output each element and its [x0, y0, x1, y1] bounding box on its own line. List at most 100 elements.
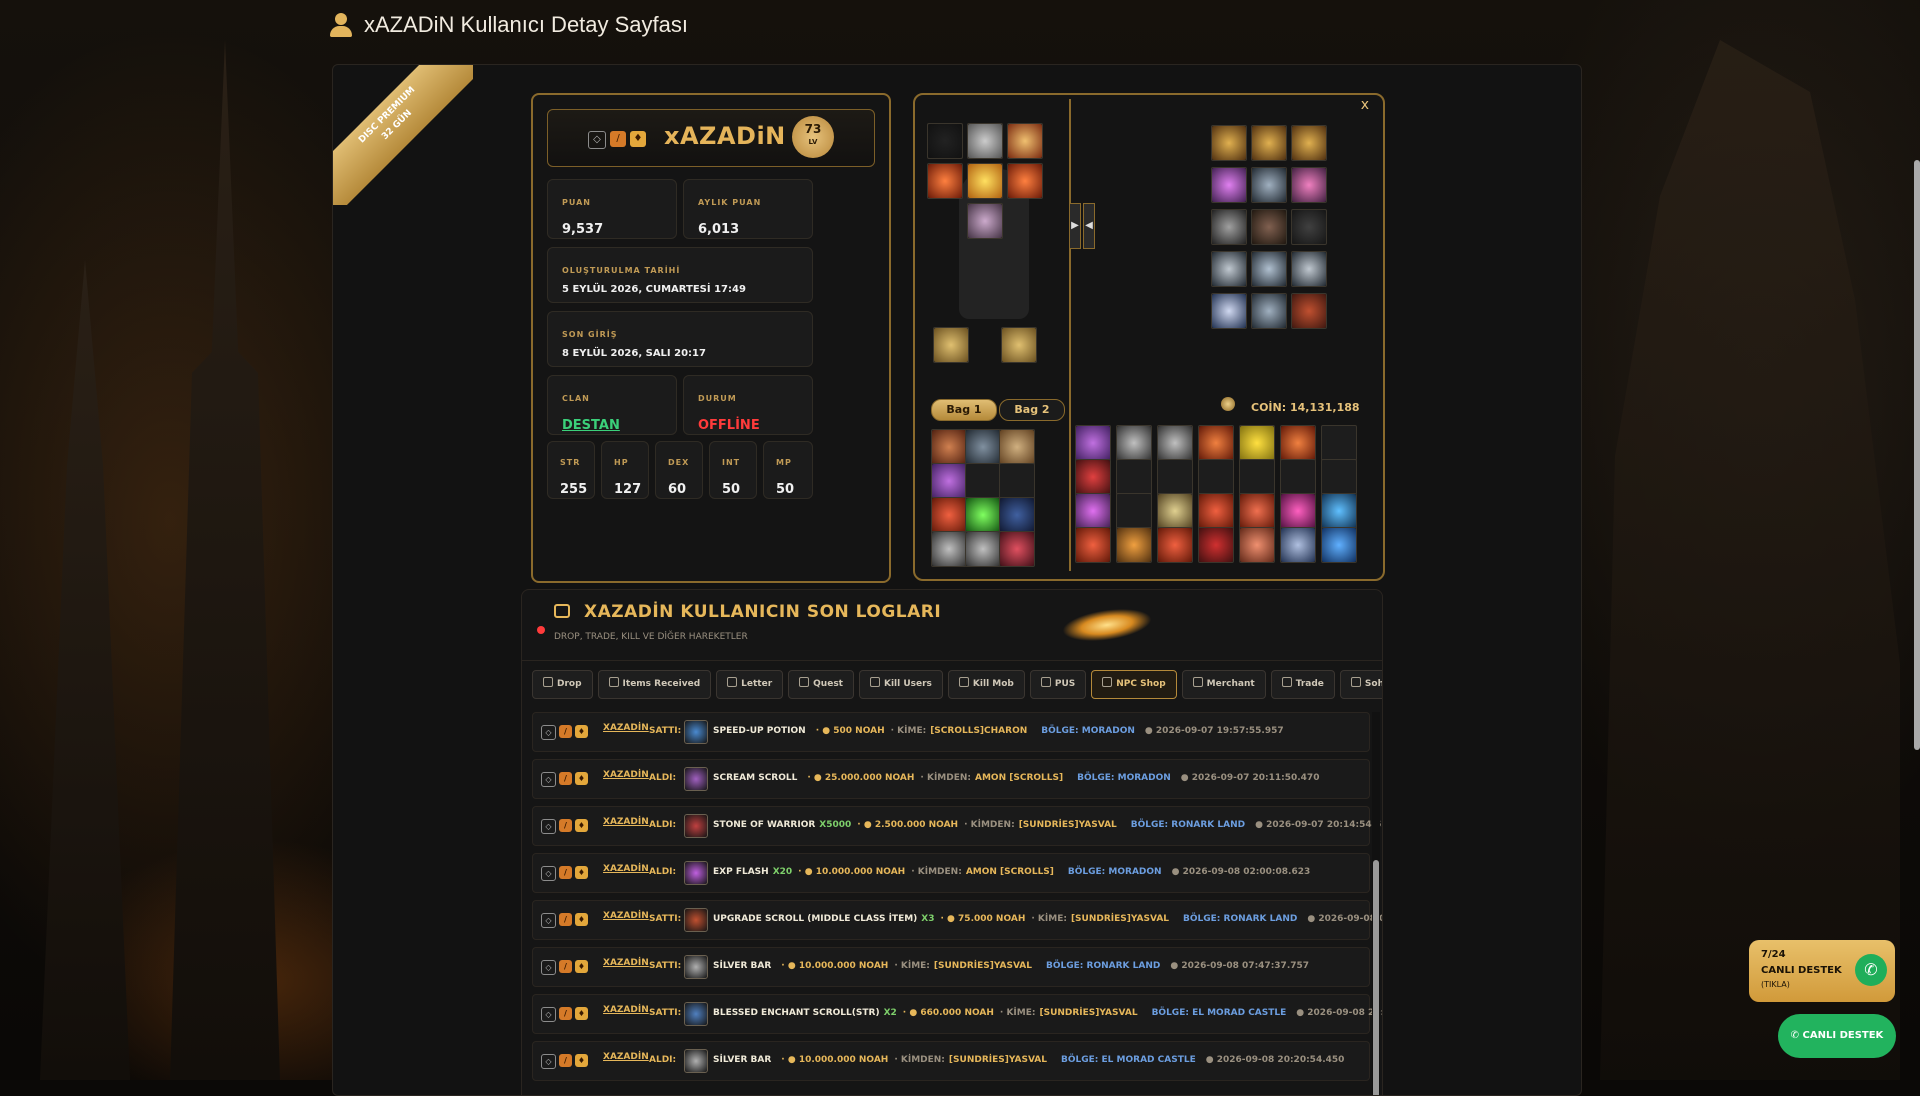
row-time: ● 2026-09-08 07:47:37.757 [1170, 961, 1310, 971]
bag-slot[interactable] [1321, 493, 1357, 529]
bag-slot[interactable] [1075, 425, 1111, 461]
price-value: 2.500.000 NOAH [874, 820, 959, 830]
arrow-right-icon[interactable]: ▶ [1069, 203, 1081, 249]
bag-slot[interactable] [1280, 527, 1316, 563]
bag-slot[interactable] [1116, 527, 1152, 563]
equip-slot[interactable] [1211, 251, 1247, 287]
equip-slot[interactable] [1291, 251, 1327, 287]
bag-slot[interactable] [1075, 527, 1111, 563]
equip-slot[interactable] [1211, 167, 1247, 203]
tab-merchant[interactable]: Merchant [1181, 670, 1266, 699]
tab-bag-2[interactable]: Bag 2 [999, 399, 1065, 421]
bag-slot[interactable] [931, 429, 967, 465]
clan-link[interactable]: DESTAN [562, 418, 620, 433]
bag-slot[interactable] [999, 497, 1035, 533]
bag-slot[interactable] [1198, 527, 1234, 563]
bag-slot[interactable] [1157, 425, 1193, 461]
bag-slot[interactable] [931, 497, 967, 533]
equip-slot[interactable] [1001, 327, 1037, 363]
log-row: ◇ / ♦ XAZADİN SATTI: BLESSED ENCHANT SCROLL(S… [532, 994, 1382, 1034]
tab-kill-mob[interactable]: Kill Mob [947, 670, 1025, 699]
whatsapp-icon[interactable]: ✆ [1855, 954, 1887, 986]
bag-slot[interactable] [1239, 425, 1275, 461]
bag-slot[interactable] [965, 497, 1001, 533]
equip-slot[interactable] [1291, 167, 1327, 203]
bag-slot[interactable] [1280, 425, 1316, 461]
bag-slot[interactable] [1198, 425, 1234, 461]
bag-slot[interactable] [1280, 493, 1316, 529]
equip-slot[interactable] [1251, 293, 1287, 329]
bag-slot[interactable] [931, 463, 967, 499]
equip-slot[interactable] [927, 163, 963, 199]
tab-drop[interactable]: Drop [532, 670, 593, 699]
bag-slot[interactable] [1198, 459, 1234, 495]
bag-slot[interactable] [1157, 527, 1193, 563]
support-card[interactable]: 7/24 CANLI DESTEK (TIKLA) ✆ [1749, 940, 1895, 1002]
equip-slot[interactable] [927, 123, 963, 159]
page-scrollbar-thumb[interactable] [1914, 160, 1920, 750]
bag-slot[interactable] [1157, 459, 1193, 495]
bag-slot[interactable] [931, 531, 967, 567]
bag-slot[interactable] [1239, 459, 1275, 495]
bag-slot[interactable] [1116, 459, 1152, 495]
bag-slot[interactable] [999, 531, 1035, 567]
row-user-link[interactable]: XAZADİN [603, 1052, 649, 1062]
equip-slot[interactable] [1211, 293, 1247, 329]
equip-slot[interactable] [1251, 167, 1287, 203]
bag-slot[interactable] [1116, 425, 1152, 461]
equip-slot[interactable] [1007, 163, 1043, 199]
equip-slot[interactable] [1291, 293, 1327, 329]
row-user-link[interactable]: XAZADİN [603, 911, 649, 921]
equip-slot[interactable] [1251, 125, 1287, 161]
arrow-left-icon[interactable]: ◀ [1083, 203, 1095, 249]
equip-slot[interactable] [1007, 123, 1043, 159]
equip-slot[interactable] [967, 163, 1003, 199]
tab-sohbet[interactable]: Sohbet [1339, 670, 1382, 699]
bag-slot[interactable] [965, 531, 1001, 567]
bag-slot[interactable] [999, 463, 1035, 499]
row-user-link[interactable]: XAZADİN [603, 817, 649, 827]
equip-slot[interactable] [1211, 209, 1247, 245]
equip-slot[interactable] [933, 327, 969, 363]
equip-slot[interactable] [967, 203, 1003, 239]
tab-items-received[interactable]: Items Received [597, 670, 712, 699]
bag-slot[interactable] [1321, 527, 1357, 563]
equip-slot[interactable] [1211, 125, 1247, 161]
tab-trade[interactable]: Trade [1270, 670, 1335, 699]
row-user-link[interactable]: XAZADİN [603, 770, 649, 780]
row-who: [SCROLLS]CHARON [930, 726, 1028, 736]
row-user-link[interactable]: XAZADİN [603, 723, 649, 733]
created-card: OLUŞTURULMA TARİHİ 5 EYLÜL 2026, CUMARTE… [547, 247, 813, 303]
equip-slot[interactable] [1251, 251, 1287, 287]
bag-slot[interactable] [1116, 493, 1152, 529]
bag-slot[interactable] [1239, 493, 1275, 529]
bag-slot[interactable] [1280, 459, 1316, 495]
bag-slot[interactable] [1239, 527, 1275, 563]
equip-slot[interactable] [967, 123, 1003, 159]
live-support-button[interactable]: ✆ CANLI DESTEK [1778, 1014, 1896, 1058]
tab-kill-users[interactable]: Kill Users [858, 670, 943, 699]
bag-slot[interactable] [1321, 459, 1357, 495]
bag-slot[interactable] [965, 463, 1001, 499]
bag-slot[interactable] [999, 429, 1035, 465]
tab-npc-shop[interactable]: NPC Shop [1091, 670, 1177, 699]
row-user-link[interactable]: XAZADİN [603, 1005, 649, 1015]
bag-slot[interactable] [1075, 493, 1111, 529]
close-icon[interactable]: x [1361, 97, 1369, 113]
bag-slot[interactable] [1157, 493, 1193, 529]
bag-slot[interactable] [1075, 459, 1111, 495]
row-user-link[interactable]: XAZADİN [603, 864, 649, 874]
bag-slot[interactable] [1198, 493, 1234, 529]
equip-slot[interactable] [1291, 209, 1327, 245]
bag-slot[interactable] [965, 429, 1001, 465]
tab-pus[interactable]: PUS [1029, 670, 1087, 699]
sword-icon: / [559, 960, 572, 973]
tab-quest[interactable]: Quest [788, 670, 854, 699]
tab-letter[interactable]: Letter [716, 670, 784, 699]
equip-slot[interactable] [1251, 209, 1287, 245]
bag-slot[interactable] [1321, 425, 1357, 461]
equip-slot[interactable] [1291, 125, 1327, 161]
row-user-link[interactable]: XAZADİN [603, 958, 649, 968]
tab-bag-1[interactable]: Bag 1 [931, 399, 997, 421]
log-scrollbar-thumb[interactable] [1373, 860, 1379, 1095]
